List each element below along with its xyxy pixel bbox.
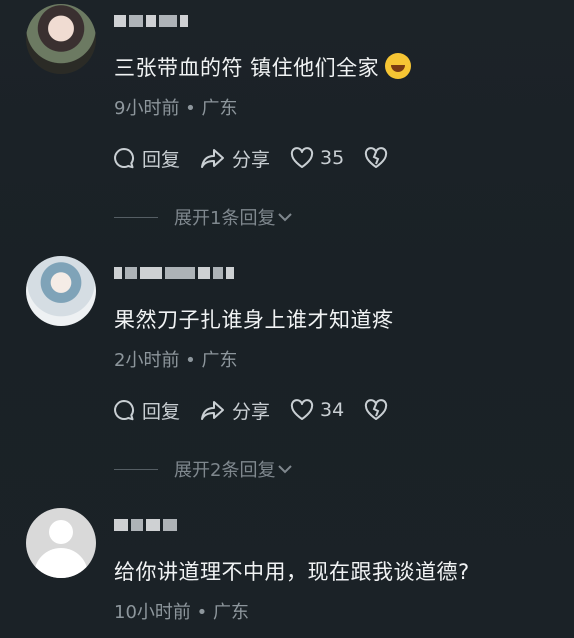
reply-button[interactable]: 回复 bbox=[112, 145, 180, 172]
dislike-button[interactable] bbox=[364, 147, 394, 169]
comment-actions: 回复 分享 35 bbox=[112, 143, 414, 173]
expand-replies[interactable]: 展开2条回复 bbox=[114, 456, 293, 482]
avatar[interactable] bbox=[26, 256, 96, 326]
like-button[interactable]: 35 bbox=[290, 147, 344, 169]
expand-replies[interactable]: 展开1条回复 bbox=[114, 204, 293, 230]
comment-text: 给你讲道理不中用，现在跟我谈道德? bbox=[114, 560, 470, 584]
heart-icon bbox=[290, 147, 314, 168]
reply-label: 回复 bbox=[142, 400, 181, 423]
dislike-button[interactable] bbox=[364, 399, 394, 421]
divider-line bbox=[114, 216, 158, 218]
broken-heart-icon bbox=[365, 399, 388, 420]
comment-text: 果然刀子扎谁身上谁才知道疼 bbox=[114, 308, 394, 332]
comment-meta: 2小时前 • 广东 bbox=[114, 350, 238, 371]
comment-bubble-icon bbox=[114, 400, 134, 421]
share-label: 分享 bbox=[232, 400, 271, 423]
comment-list: 三张带血的符 镇住他们全家 9小时前 • 广东 回复 分享 35 展开1条回复 bbox=[0, 0, 574, 638]
avatar[interactable] bbox=[26, 508, 96, 578]
chevron-down-icon bbox=[278, 465, 293, 474]
heart-icon bbox=[290, 399, 314, 420]
share-button[interactable]: 分享 bbox=[200, 145, 270, 172]
reply-label: 回复 bbox=[142, 148, 181, 171]
username-redacted[interactable] bbox=[114, 10, 188, 32]
username-redacted[interactable] bbox=[114, 514, 177, 536]
expand-label: 展开1条回复 bbox=[174, 208, 276, 229]
divider-line bbox=[114, 468, 158, 470]
share-label: 分享 bbox=[232, 148, 271, 171]
comment-meta: 10小时前 • 广东 bbox=[114, 602, 249, 623]
share-button[interactable]: 分享 bbox=[200, 397, 270, 424]
broken-heart-icon bbox=[365, 147, 388, 168]
laughing-tears-emoji-icon bbox=[385, 53, 412, 79]
share-arrow-icon bbox=[201, 401, 225, 420]
username-redacted[interactable] bbox=[114, 262, 234, 284]
default-avatar-body bbox=[34, 548, 88, 578]
like-count: 35 bbox=[320, 147, 345, 169]
comment-text: 三张带血的符 镇住他们全家 bbox=[114, 56, 380, 80]
comment-meta: 9小时前 • 广东 bbox=[114, 98, 238, 119]
like-button[interactable]: 34 bbox=[290, 399, 344, 421]
comment-text-wrap: 三张带血的符 镇住他们全家 bbox=[114, 52, 412, 82]
reply-button[interactable]: 回复 bbox=[112, 397, 180, 424]
expand-label: 展开2条回复 bbox=[174, 460, 276, 481]
like-count: 34 bbox=[320, 399, 345, 421]
comment-actions: 回复 分享 34 bbox=[112, 395, 414, 425]
default-avatar-head bbox=[49, 520, 73, 544]
chevron-down-icon bbox=[278, 213, 293, 222]
avatar[interactable] bbox=[26, 4, 96, 74]
share-arrow-icon bbox=[201, 149, 225, 168]
comment-bubble-icon bbox=[114, 148, 134, 169]
